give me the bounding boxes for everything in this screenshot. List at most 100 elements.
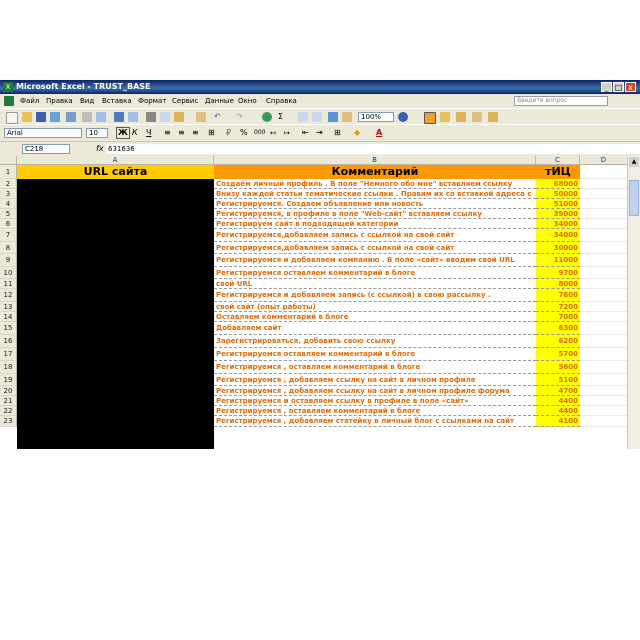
print-icon[interactable]: [82, 112, 92, 122]
font-name-select[interactable]: Arial: [4, 128, 82, 138]
tic-cell[interactable]: 4400: [536, 406, 580, 416]
empty-cell[interactable]: [580, 386, 628, 396]
empty-cell[interactable]: [580, 254, 628, 267]
row-header[interactable]: 23: [0, 416, 17, 427]
tic-cell[interactable]: 5700: [536, 348, 580, 361]
permission-icon[interactable]: [50, 112, 60, 122]
tic-cell[interactable]: 50000: [536, 189, 580, 199]
fx-icon[interactable]: fx: [96, 142, 104, 156]
empty-cell[interactable]: [580, 322, 628, 335]
empty-cell[interactable]: [580, 361, 628, 374]
row-header[interactable]: 13: [0, 302, 17, 312]
tic-cell[interactable]: 4100: [536, 416, 580, 427]
empty-cell[interactable]: [580, 302, 628, 312]
maximize-button[interactable]: □: [613, 82, 624, 92]
currency-icon[interactable]: ₽: [226, 127, 231, 139]
tic-cell[interactable]: 5600: [536, 361, 580, 374]
row-header[interactable]: 15: [0, 322, 17, 335]
tic-cell[interactable]: 6300: [536, 322, 580, 335]
spelling-icon[interactable]: [114, 112, 124, 122]
tic-cell[interactable]: 4700: [536, 386, 580, 396]
comment-cell[interactable]: Регистрируемся , добавляем ссылку на сай…: [214, 374, 536, 386]
comment-cell[interactable]: Регистрируемся оставляем комментарий в б…: [214, 267, 536, 279]
row-header[interactable]: 4: [0, 199, 17, 209]
open-icon[interactable]: [22, 112, 32, 122]
header-url[interactable]: URL сайта: [17, 165, 214, 179]
save-icon[interactable]: [36, 112, 46, 122]
tic-cell[interactable]: 51000: [536, 199, 580, 209]
column-header-a[interactable]: A: [17, 156, 214, 165]
row-header[interactable]: 14: [0, 312, 17, 322]
empty-cell[interactable]: [580, 374, 628, 386]
formula-input[interactable]: 631636: [106, 144, 640, 154]
chart-wizard-icon[interactable]: [328, 112, 338, 122]
minimize-button[interactable]: _: [601, 82, 612, 92]
fill-color-icon[interactable]: ◆: [354, 127, 360, 139]
zoom-select[interactable]: 100%: [358, 112, 394, 122]
align-center-icon[interactable]: ≡: [178, 127, 185, 139]
increase-decimal-icon[interactable]: ↤: [270, 127, 276, 139]
empty-cell[interactable]: [580, 335, 628, 348]
comment-cell[interactable]: Регистрируемся,добавляем запись с ссылко…: [214, 229, 536, 242]
decrease-decimal-icon[interactable]: ↦: [284, 127, 290, 139]
research-icon[interactable]: [128, 112, 138, 122]
row-header[interactable]: 7: [0, 229, 17, 242]
row-header[interactable]: 11: [0, 279, 17, 289]
scroll-thumb[interactable]: [629, 180, 639, 216]
cell-d1[interactable]: [580, 165, 628, 179]
paste-icon[interactable]: [174, 112, 184, 122]
comment-cell[interactable]: Регистрируемся , оставляем комментарий в…: [214, 406, 536, 416]
help-icon[interactable]: [398, 112, 408, 122]
row-header[interactable]: 19: [0, 374, 17, 386]
hyperlink-icon[interactable]: [262, 112, 272, 122]
comment-cell[interactable]: Регистрируемся , добавляем ссылку на сай…: [214, 386, 536, 396]
document-icon[interactable]: [4, 96, 14, 106]
thousands-button[interactable]: 000: [254, 127, 265, 139]
tic-cell[interactable]: 6200: [536, 335, 580, 348]
custom-icon-3[interactable]: [456, 112, 466, 122]
scroll-up-icon[interactable]: ▲: [629, 157, 639, 167]
menu-insert[interactable]: Вставка: [102, 94, 132, 108]
increase-indent-icon[interactable]: ⇥: [316, 127, 323, 139]
bold-button[interactable]: Ж: [116, 127, 130, 139]
column-header-b[interactable]: B: [214, 156, 536, 165]
empty-cell[interactable]: [580, 209, 628, 219]
comment-cell[interactable]: свой сайт (опыт работы): [214, 302, 536, 312]
tic-cell[interactable]: 11000: [536, 254, 580, 267]
column-header-c[interactable]: C: [536, 156, 580, 165]
row-header[interactable]: 20: [0, 386, 17, 396]
row-header[interactable]: 5: [0, 209, 17, 219]
menu-data[interactable]: Данные: [205, 94, 234, 108]
comment-cell[interactable]: Добавляем сайт: [214, 322, 536, 335]
name-box[interactable]: C218: [22, 144, 70, 154]
tic-cell[interactable]: 34000: [536, 219, 580, 229]
row-header[interactable]: 21: [0, 396, 17, 406]
header-tic[interactable]: тИЦ: [536, 165, 580, 179]
font-color-icon[interactable]: A: [376, 127, 382, 139]
close-button[interactable]: x: [625, 82, 636, 92]
empty-cell[interactable]: [580, 279, 628, 289]
percent-button[interactable]: %: [240, 127, 248, 139]
new-icon[interactable]: [6, 112, 18, 124]
empty-cell[interactable]: [580, 242, 628, 254]
header-comment[interactable]: Комментарий: [214, 165, 536, 179]
comment-cell[interactable]: Регистрируемся, в профиле в поле "Web-са…: [214, 209, 536, 219]
underline-button[interactable]: Ч: [146, 127, 151, 139]
tic-cell[interactable]: 68000: [536, 179, 580, 189]
drawing-icon[interactable]: [342, 112, 352, 122]
tic-cell[interactable]: 9700: [536, 267, 580, 279]
align-left-icon[interactable]: ≡: [164, 127, 171, 139]
row-header[interactable]: 6: [0, 219, 17, 229]
comment-cell[interactable]: Регистрируемся , добавляем статейку в ли…: [214, 416, 536, 427]
menu-window[interactable]: Окно: [238, 94, 257, 108]
email-icon[interactable]: [66, 112, 76, 122]
menu-tools[interactable]: Сервис: [172, 94, 198, 108]
row-header[interactable]: 22: [0, 406, 17, 416]
row-header[interactable]: 17: [0, 348, 17, 361]
tic-cell[interactable]: 5100: [536, 374, 580, 386]
borders-icon[interactable]: ⊞: [334, 127, 341, 139]
copy-icon[interactable]: [160, 112, 170, 122]
comment-cell[interactable]: Регистрируемся оставляем комментарий в б…: [214, 348, 536, 361]
tic-cell[interactable]: 34000: [536, 229, 580, 242]
comment-cell[interactable]: Регистрируем сайт в подходящей категории: [214, 219, 536, 229]
